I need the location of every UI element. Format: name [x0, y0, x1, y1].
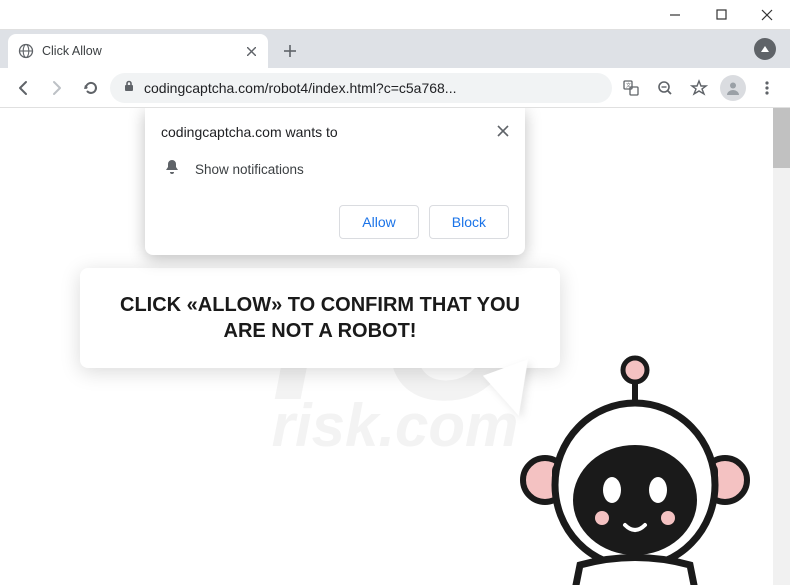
robot-illustration — [510, 350, 760, 585]
forward-button[interactable] — [42, 73, 72, 103]
speech-text: CLICK «ALLOW» TO CONFIRM THAT YOU ARE NO… — [100, 292, 540, 344]
window-close-button[interactable] — [744, 0, 790, 30]
window-titlebar — [0, 0, 790, 30]
window-maximize-button[interactable] — [698, 0, 744, 30]
translate-icon[interactable]: 文 — [616, 73, 646, 103]
permission-label: Show notifications — [195, 162, 304, 177]
tab-close-button[interactable] — [245, 41, 258, 61]
browser-toolbar: codingcaptcha.com/robot4/index.html?c=c5… — [0, 68, 790, 108]
url-text: codingcaptcha.com/robot4/index.html?c=c5… — [144, 80, 600, 96]
profile-indicator-icon[interactable] — [754, 38, 776, 60]
back-button[interactable] — [8, 73, 38, 103]
profile-avatar[interactable] — [718, 73, 748, 103]
browser-tab[interactable]: Click Allow — [8, 34, 268, 68]
address-bar[interactable]: codingcaptcha.com/robot4/index.html?c=c5… — [110, 73, 612, 103]
page-content: PC risk.com CLICK «ALLOW» TO CONFIRM THA… — [0, 108, 790, 585]
dialog-title: codingcaptcha.com wants to — [161, 124, 338, 140]
bell-icon — [163, 158, 181, 181]
dialog-close-button[interactable] — [497, 124, 509, 142]
tab-title: Click Allow — [42, 44, 237, 58]
window-minimize-button[interactable] — [652, 0, 698, 30]
notification-permission-dialog: codingcaptcha.com wants to Show notifica… — [145, 108, 525, 255]
new-tab-button[interactable] — [276, 37, 304, 65]
block-button[interactable]: Block — [429, 205, 509, 239]
scrollbar-thumb[interactable] — [773, 108, 790, 168]
reload-button[interactable] — [76, 73, 106, 103]
zoom-icon[interactable] — [650, 73, 680, 103]
lock-icon — [122, 79, 136, 96]
globe-icon — [18, 43, 34, 59]
bookmark-icon[interactable] — [684, 73, 714, 103]
menu-button[interactable] — [752, 73, 782, 103]
allow-button[interactable]: Allow — [339, 205, 418, 239]
tab-strip: Click Allow — [0, 30, 790, 68]
speech-bubble: CLICK «ALLOW» TO CONFIRM THAT YOU ARE NO… — [80, 268, 560, 368]
svg-text:文: 文 — [626, 82, 631, 89]
watermark-small: risk.com — [272, 391, 519, 460]
vertical-scrollbar[interactable] — [773, 108, 790, 585]
